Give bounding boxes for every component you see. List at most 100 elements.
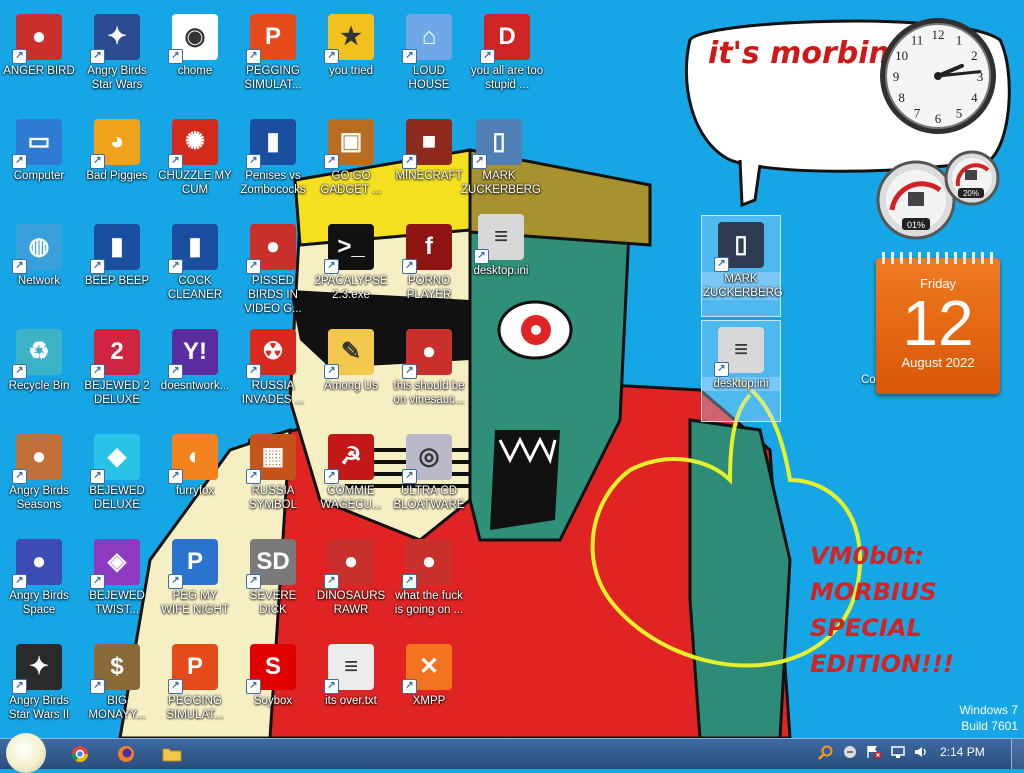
- desktop-icon[interactable]: ◈ ↗ BEJEWED TWIST...: [78, 533, 156, 633]
- radiation-icon: ☢ ↗: [246, 329, 296, 379]
- icon-glyph: ▭: [27, 128, 51, 155]
- taskbar-clock[interactable]: 2:14 PM: [940, 745, 985, 759]
- desktop-icon[interactable]: ✎ ↗ Among Us: [312, 323, 390, 423]
- desktop-icon[interactable]: ✺ ↗ CHUZZLE MY CUM: [156, 113, 234, 213]
- desktop-icon[interactable]: ▮ ↗ Penises vs Zombococks: [234, 113, 312, 213]
- desktop-icon[interactable]: ● ↗ this should be on vinesauc...: [390, 323, 468, 423]
- icon-glyph: ▯: [492, 128, 506, 155]
- desktop-icon[interactable]: ◐ ↗ furryfox: [156, 428, 234, 528]
- desktop-icon[interactable]: ■ ↗ MINECRAFT: [390, 113, 468, 213]
- desktop-icon[interactable]: ⌂ ↗ LOUD HOUSE: [390, 8, 468, 108]
- desktop-icon[interactable]: ▦ ↗ RUSSIA SYMBOL: [234, 428, 312, 528]
- show-desktop-button[interactable]: [1011, 739, 1024, 769]
- desktop-icon[interactable]: ● ↗ Angry Birds Space: [0, 533, 78, 633]
- desktop-icon[interactable]: ◍ ↗ Network: [0, 218, 78, 318]
- icon-glyph: P: [186, 548, 203, 575]
- action-center-flag-icon[interactable]: [866, 745, 882, 762]
- shortcut-arrow-icon: ↗: [246, 574, 261, 589]
- volume-icon[interactable]: [913, 745, 929, 762]
- shortcut-arrow-icon: ↗: [402, 469, 417, 484]
- firefox-taskbar-button[interactable]: [106, 741, 146, 767]
- desktop-icon[interactable]: P ↗ PEGGING SIMULAT...: [156, 638, 234, 738]
- desktop-icon[interactable]: ▯ ↗ MARK ZUCKERBERG: [701, 215, 783, 317]
- desktop-icon[interactable]: ◕ ↗ Bad Piggies: [78, 113, 156, 213]
- desktop-icon-label: COCK CLEANER: [167, 275, 223, 301]
- desktop-icon-label: desktop.ini: [473, 265, 529, 277]
- firefox-icon: [118, 746, 134, 762]
- desktop-icon[interactable]: f ↗ PORNO PLAYER: [390, 218, 468, 318]
- desktop-icon[interactable]: ● ↗ PISSED BIRDS IN VIDEO G...: [234, 218, 312, 318]
- desktop[interactable]: it's morbin 1 2 3 4 5 6 7 8 9 10 11 12 01% 20% Frid…: [0, 0, 1024, 738]
- desktop-icon-label: desktop.ini: [702, 377, 780, 391]
- desktop-icon-label: you all are too stupid ...: [470, 65, 544, 91]
- desktop-icon[interactable]: S ↗ Soybox: [234, 638, 312, 738]
- wallpaper-caption: VM0b0t: MORBIUS SPECIAL EDITION!!!: [810, 542, 954, 678]
- angry-birds-seasons-icon: ● ↗: [12, 434, 62, 484]
- desktop-icon[interactable]: P ↗ PEGGING SIMULAT...: [234, 8, 312, 108]
- desktop-icon[interactable]: ✕ ↗ XMPP: [390, 638, 468, 738]
- clock-gadget[interactable]: 1234567891011 12: [872, 14, 1004, 138]
- chrome-taskbar-button[interactable]: [60, 741, 100, 767]
- explorer-taskbar-button[interactable]: [152, 741, 192, 767]
- desktop-icon[interactable]: ● ↗ DINOSAURS RAWR: [312, 533, 390, 633]
- desktop-icon[interactable]: D ↗ you all are too stupid ...: [468, 8, 546, 108]
- start-button[interactable]: [6, 733, 46, 773]
- messenger-tray-icon[interactable]: [843, 745, 857, 762]
- shortcut-arrow-icon: ↗: [402, 364, 417, 379]
- desktop-icon[interactable]: 2 ↗ BEJEWED 2 DELUXE: [78, 323, 156, 423]
- desktop-icon[interactable]: >_ ↗ 2PACALYPSE 2.3.exe: [312, 218, 390, 318]
- desktop-icon[interactable]: ✦ ↗ Angry Birds Star Wars II: [0, 638, 78, 738]
- desktop-icon[interactable]: ▭ ↗ Computer: [0, 113, 78, 213]
- desktop-icon[interactable]: ☢ ↗ RUSSIA INVADES ...: [234, 323, 312, 423]
- desktop-icon[interactable]: $ ↗ BIG MONAYY...: [78, 638, 156, 738]
- desktop-icon[interactable]: ● ↗ ANGER BIRD: [0, 8, 78, 108]
- desktop-icon[interactable]: ★ ↗ you tried: [312, 8, 390, 108]
- desktop-icon[interactable]: SD ↗ SEVERE DICK: [234, 533, 312, 633]
- desktop-icon[interactable]: ✦ ↗ Angry Birds Star Wars: [78, 8, 156, 108]
- desktop-icon-label: Soybox: [253, 695, 293, 707]
- blue-book-icon: ▮ ↗: [246, 119, 296, 169]
- memory-readout: 20%: [963, 189, 979, 198]
- network-tray-icon[interactable]: [890, 745, 906, 762]
- desktop-icon[interactable]: ▣ ↗ GO GO GADGET ...: [312, 113, 390, 213]
- icon-glyph: ▣: [339, 128, 363, 155]
- desktop-icon[interactable]: ≡ ↗ desktop.ini: [462, 208, 540, 308]
- desktop-icon[interactable]: P ↗ PEG MY WIFE NIGHT: [156, 533, 234, 633]
- desktop-icon[interactable]: ◆ ↗ BEJEWED DELUXE: [78, 428, 156, 528]
- gold-star-icon: ★ ↗: [324, 14, 374, 64]
- desktop-icon[interactable]: ♻ ↗ Recycle Bin: [0, 323, 78, 423]
- desktop-icon[interactable]: ▯ ↗ MARK ZUCKERBERG: [460, 113, 541, 213]
- icon-glyph: ■: [421, 128, 437, 155]
- icon-glyph: ◕: [109, 128, 125, 155]
- cpu-meter-gadget[interactable]: 01% 20%: [874, 150, 1002, 246]
- calendar-gadget[interactable]: Friday 12 August 2022: [876, 252, 1000, 394]
- desktop-icon[interactable]: Y! ↗ doesntwork...: [156, 323, 234, 423]
- desktop-icon[interactable]: ● ↗ Angry Birds Seasons: [0, 428, 78, 528]
- desktop-icon-label: MARK ZUCKERBERG: [702, 272, 783, 300]
- desktop-icon[interactable]: ◉ ↗ chome: [156, 8, 234, 108]
- video-file-icon: ▯ ↗: [714, 222, 764, 272]
- shortcut-arrow-icon: ↗: [168, 154, 183, 169]
- icon-glyph: ≡: [493, 223, 508, 250]
- desktop-icon-label: SEVERE DICK: [249, 590, 297, 616]
- search-tray-icon[interactable]: [818, 745, 834, 764]
- desktop-icon[interactable]: ☭ ↗ COMMIE WAGECU...: [312, 428, 390, 528]
- desktop-icon[interactable]: ◎ ↗ ULTRA CD BLOATWARE: [390, 428, 468, 528]
- recycle-bin-icon: ♻ ↗: [12, 329, 62, 379]
- icon-glyph: D: [498, 23, 516, 50]
- desktop-icon[interactable]: ≡ ↗ desktop.ini: [701, 320, 781, 422]
- desktop-icon[interactable]: ▮ ↗ COCK CLEANER: [156, 218, 234, 318]
- desktop-icon-label: its over.txt: [325, 695, 377, 707]
- desktop-icon-label: doesntwork...: [160, 380, 230, 392]
- icon-glyph: ≡: [733, 336, 748, 363]
- desktop-icon[interactable]: ▮ ↗ BEEP BEEP: [78, 218, 156, 318]
- angry-bird-icon: ● ↗: [402, 329, 452, 379]
- shortcut-arrow-icon: ↗: [246, 364, 261, 379]
- clock-numeral: 7: [914, 105, 921, 120]
- desktop-icon[interactable]: ≡ ↗ its over.txt: [312, 638, 390, 738]
- desktop-icon[interactable]: ● ↗ what the fuck is going on ...: [390, 533, 468, 633]
- desktop-icon-label: Penises vs Zombococks: [240, 170, 306, 196]
- money-bag-icon: $ ↗: [90, 644, 140, 694]
- shortcut-arrow-icon: ↗: [90, 49, 105, 64]
- gear-sd-icon: SD ↗: [246, 539, 296, 589]
